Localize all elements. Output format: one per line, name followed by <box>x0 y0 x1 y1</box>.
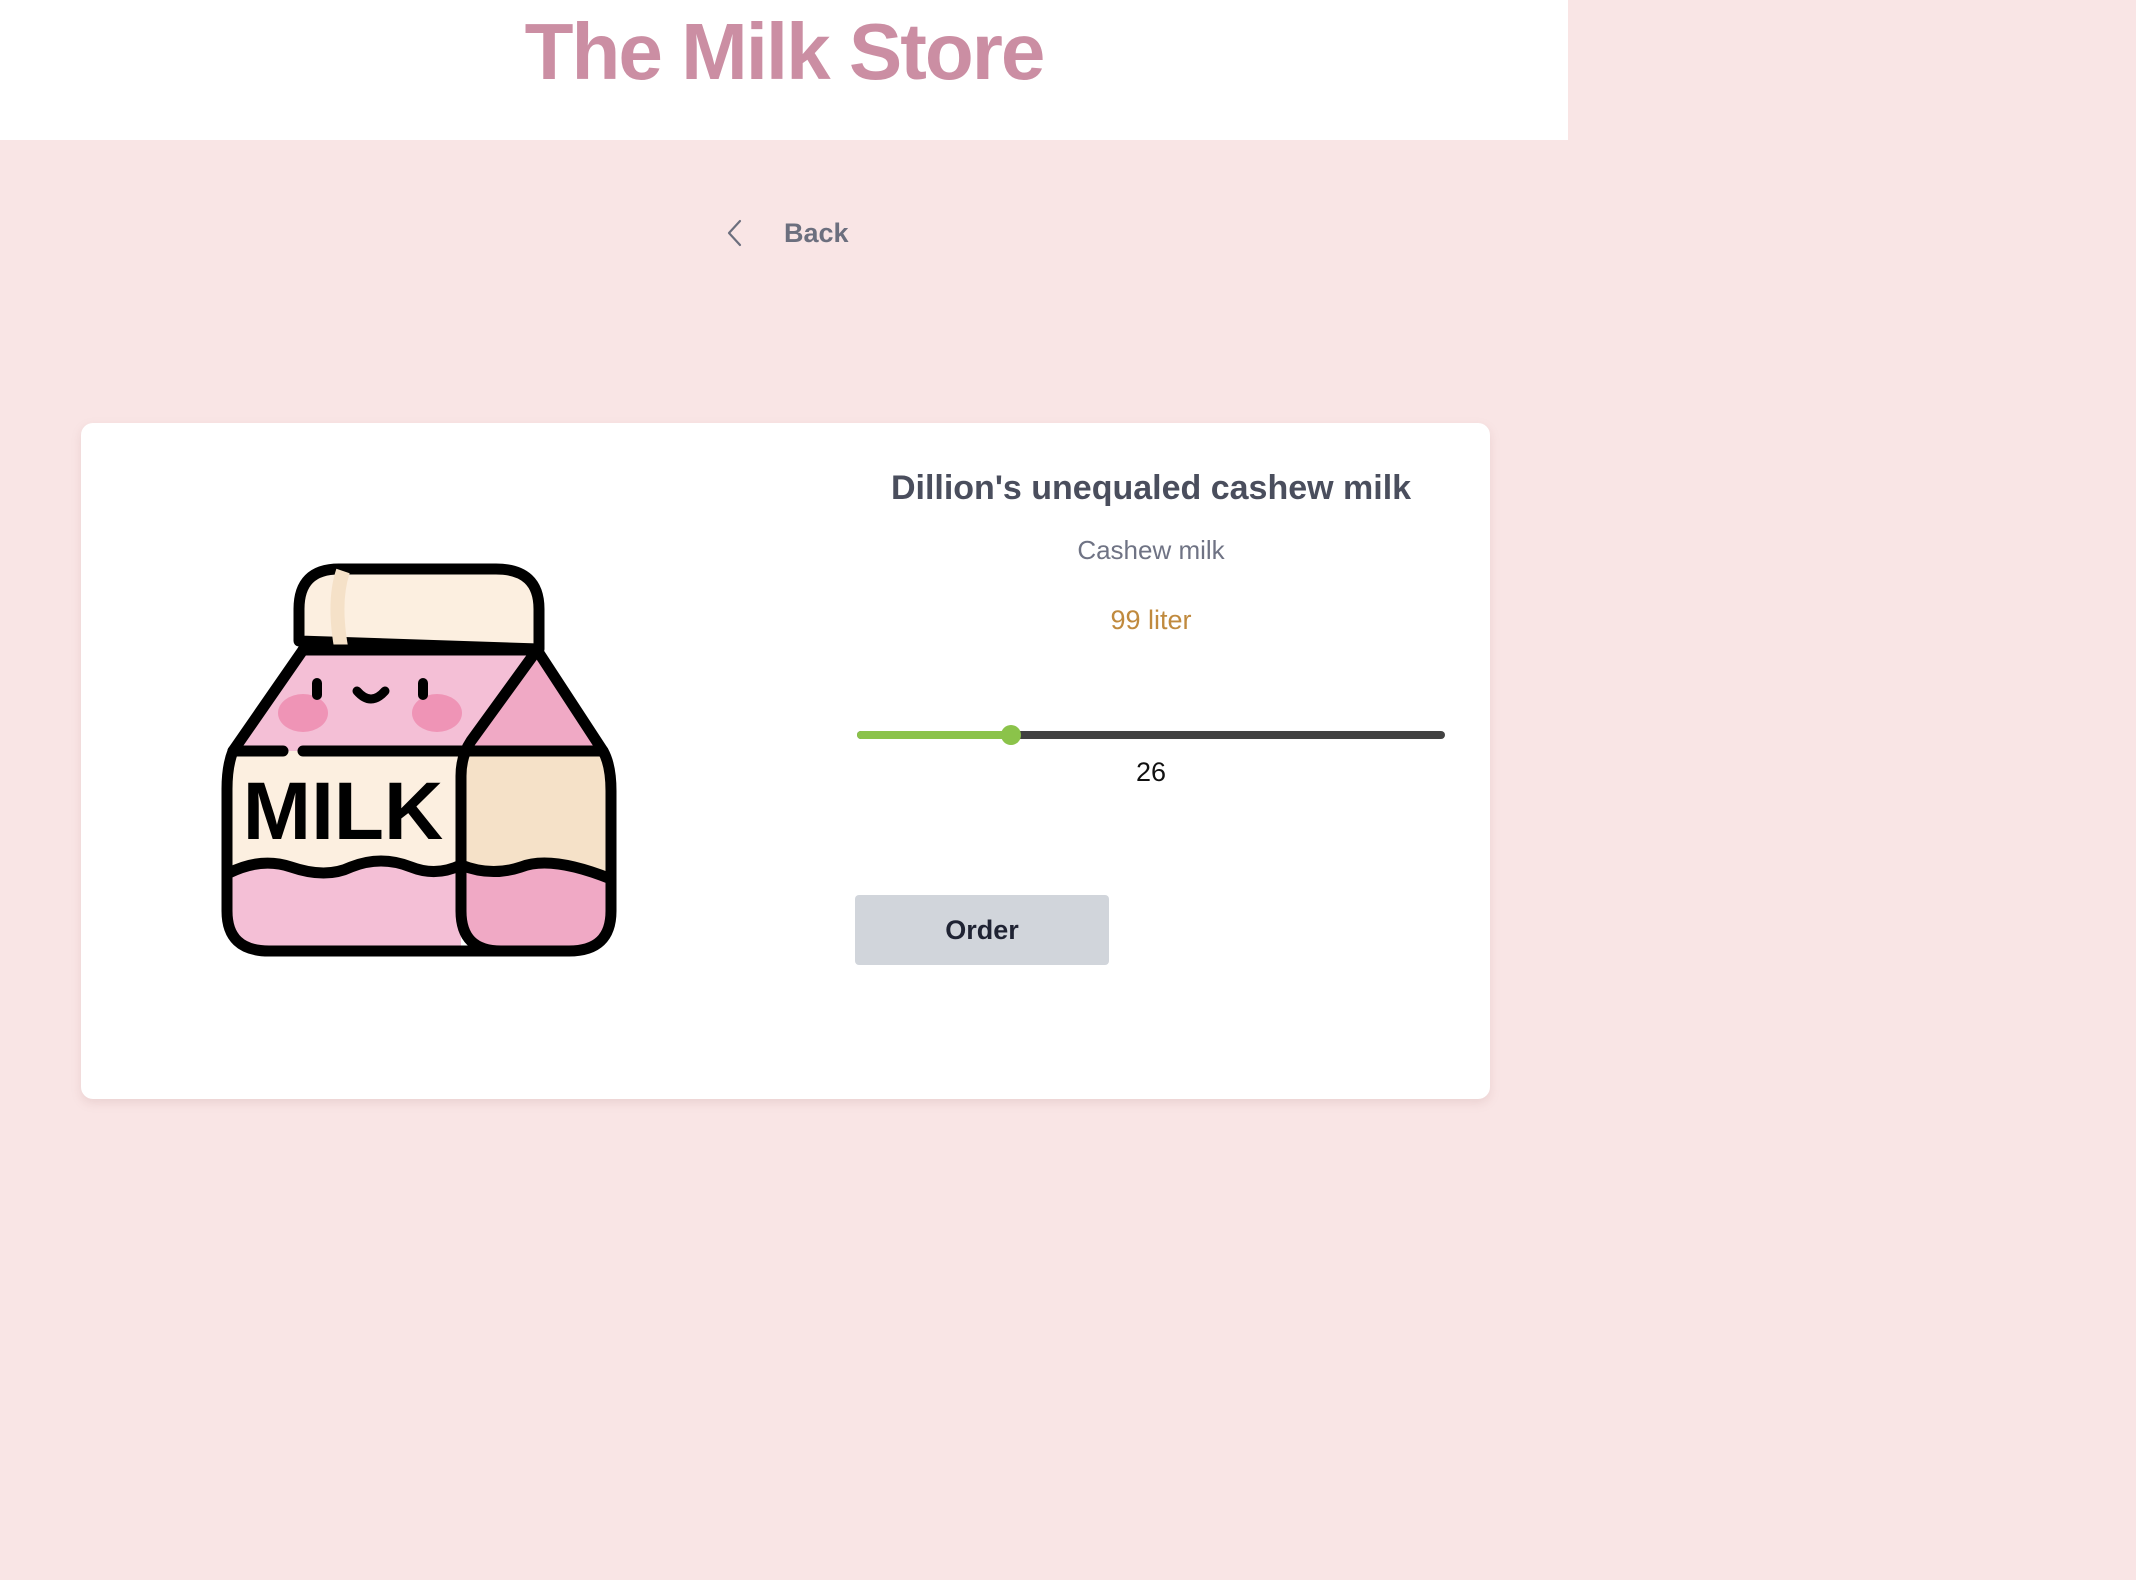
back-button[interactable]: Back <box>718 208 868 258</box>
slider-fill <box>857 731 1012 739</box>
product-name: Dillion's unequaled cashew milk <box>890 469 1412 507</box>
product-card: MILK Dillion's unequaled cashew milk Cas… <box>81 423 1490 1099</box>
product-type: Cashew milk <box>1077 535 1225 565</box>
header: The Milk Store <box>0 0 1568 140</box>
milk-carton-icon: MILK <box>221 563 617 957</box>
milk-carton-label: MILK <box>243 766 443 857</box>
quantity-value: 26 <box>1135 757 1167 787</box>
product-amount: 99 liter <box>1110 605 1192 635</box>
order-button[interactable]: Order <box>855 895 1109 965</box>
back-label: Back <box>784 217 849 248</box>
site-title: The Milk Store <box>524 7 1046 96</box>
quantity-slider[interactable] <box>855 723 1447 747</box>
chevron-left-icon <box>727 219 742 247</box>
slider-thumb[interactable] <box>1001 725 1022 745</box>
